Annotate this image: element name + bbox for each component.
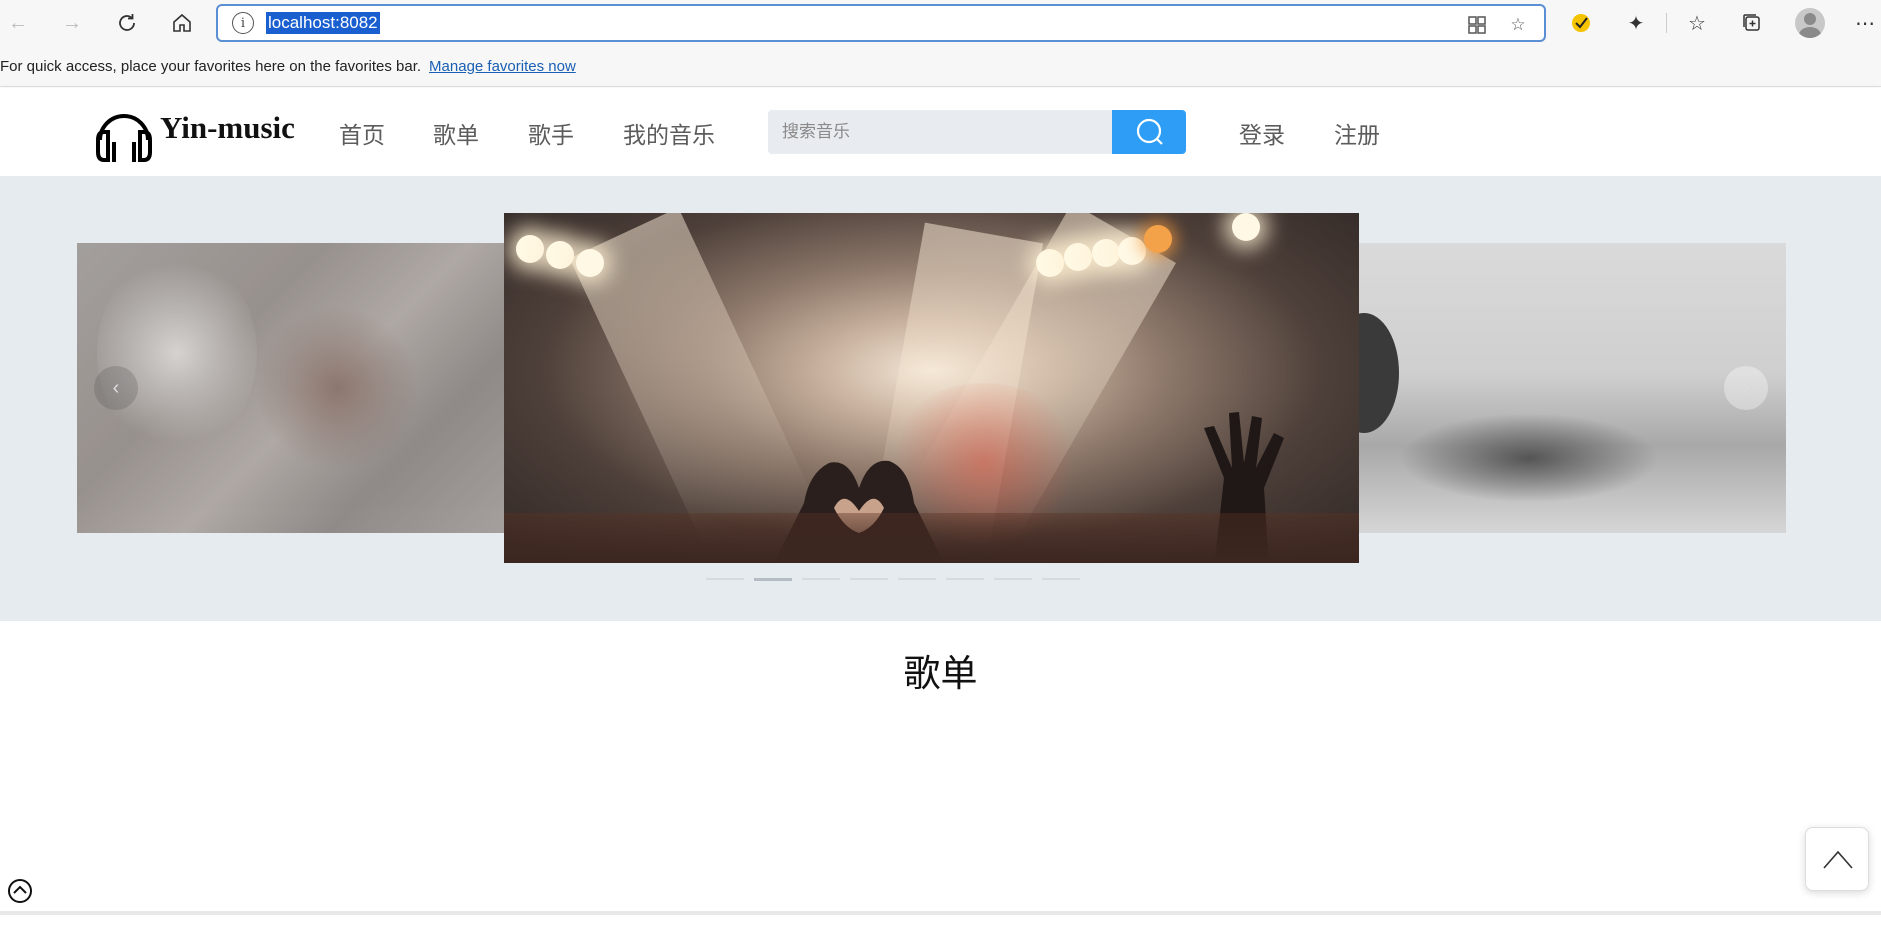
site-header: Yin-music 首页 歌单 歌手 我的音乐 登录 注册: [0, 88, 1881, 176]
carousel-slide-next[interactable]: [1359, 243, 1786, 533]
chevron-up-icon: [1823, 850, 1853, 869]
nav-playlists[interactable]: 歌单: [433, 116, 479, 150]
favorites-bar-message: For quick access, place your favorites h…: [0, 57, 422, 75]
nav-my-music[interactable]: 我的音乐: [623, 116, 715, 150]
carousel-indicators: [706, 578, 1080, 581]
carousel-prev-button[interactable]: ‹: [94, 366, 138, 410]
carousel-indicator[interactable]: [1042, 578, 1080, 580]
search-box: [768, 110, 1186, 154]
carousel-next-button[interactable]: ›: [1724, 366, 1768, 410]
login-link[interactable]: 登录: [1239, 116, 1285, 150]
browser-toolbar: ← → i localhost:8082 ☆ ✦ ☆ ⋯: [0, 0, 1881, 46]
carousel-slide-active[interactable]: [504, 213, 1359, 563]
nav-home[interactable]: 首页: [339, 116, 385, 150]
forward-icon[interactable]: →: [56, 7, 88, 39]
carousel-indicator[interactable]: [994, 578, 1032, 580]
site-info-icon[interactable]: i: [232, 12, 254, 34]
profile-icon[interactable]: [1795, 8, 1825, 38]
url-text[interactable]: localhost:8082: [266, 12, 380, 34]
favorites-icon[interactable]: ☆: [1682, 8, 1712, 38]
search-icon: [1136, 118, 1163, 145]
search-button[interactable]: [1112, 110, 1186, 154]
carousel-indicator[interactable]: [898, 578, 936, 580]
site-logo-text[interactable]: Yin-music: [160, 110, 295, 146]
toolbar-divider: [1666, 13, 1667, 33]
carousel-indicator[interactable]: [802, 578, 840, 580]
scroll-up-circle-icon[interactable]: [7, 878, 33, 904]
section-title: 歌单: [903, 653, 978, 694]
extensions-icon[interactable]: ✦: [1621, 8, 1651, 38]
banner-carousel: ‹ ›: [0, 176, 1881, 621]
carousel-indicator[interactable]: [850, 578, 888, 580]
app-available-icon[interactable]: [1465, 13, 1489, 37]
more-icon[interactable]: ⋯: [1850, 8, 1880, 38]
carousel-indicator-active[interactable]: [754, 578, 792, 581]
address-bar[interactable]: i localhost:8082 ☆: [216, 4, 1546, 42]
search-input[interactable]: [768, 110, 1112, 154]
home-icon[interactable]: [166, 7, 198, 39]
headphones-logo-icon[interactable]: [94, 102, 154, 164]
carousel-slide-previous[interactable]: [77, 243, 505, 533]
back-to-top-button[interactable]: [1805, 827, 1869, 891]
extension-check-icon[interactable]: [1566, 8, 1596, 38]
page-bottom-divider: [0, 911, 1881, 915]
manage-favorites-link[interactable]: Manage favorites now: [429, 58, 576, 75]
refresh-icon[interactable]: [111, 7, 143, 39]
nav-singers[interactable]: 歌手: [528, 116, 574, 150]
carousel-indicator[interactable]: [706, 578, 744, 580]
favorites-bar: For quick access, place your favorites h…: [0, 46, 1881, 87]
carousel-indicator[interactable]: [946, 578, 984, 580]
back-icon[interactable]: ←: [2, 7, 34, 39]
collections-icon[interactable]: [1737, 8, 1767, 38]
add-favorite-icon[interactable]: ☆: [1506, 13, 1530, 37]
register-link[interactable]: 注册: [1334, 116, 1380, 150]
